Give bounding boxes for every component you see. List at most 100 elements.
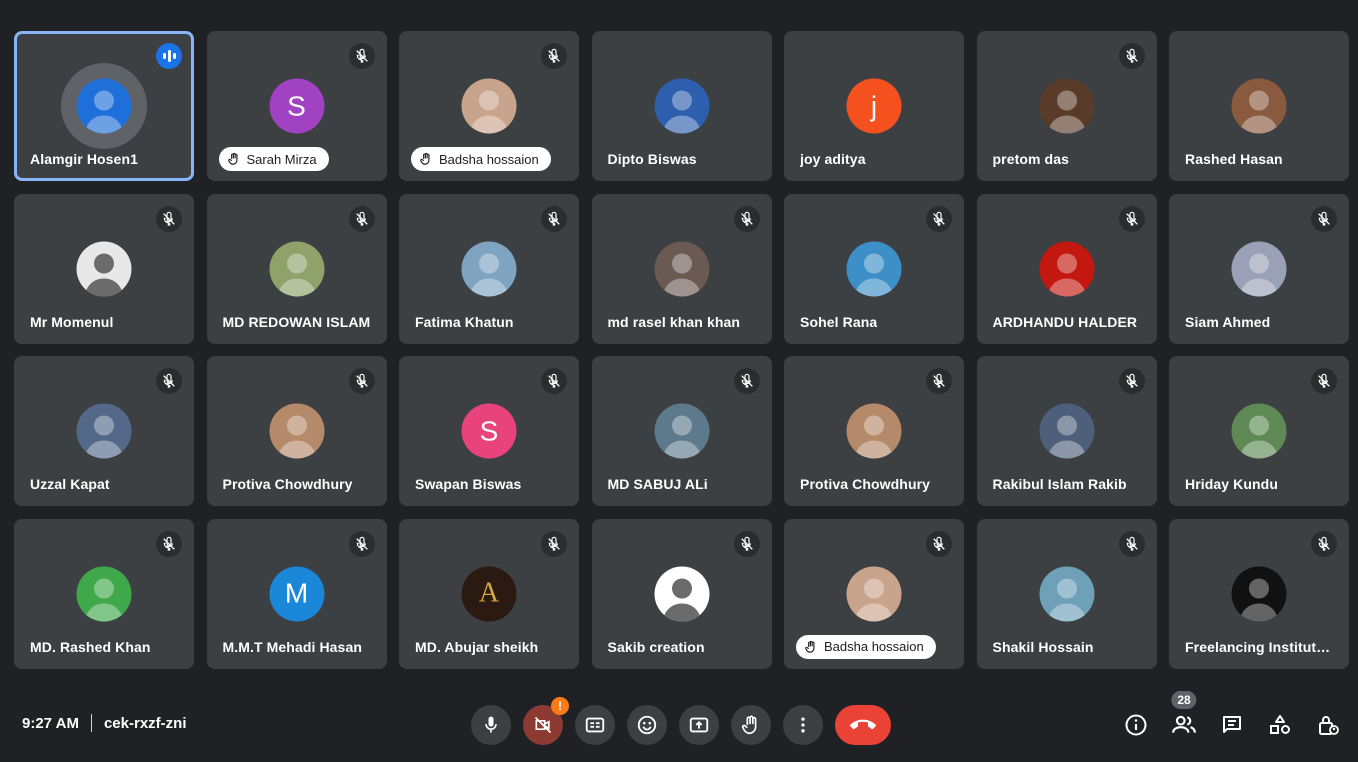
captions-button[interactable] xyxy=(575,705,615,745)
participant-tile[interactable]: M M.M.T Mehadi Hasan xyxy=(206,518,387,669)
participant-tile[interactable]: Siam Ahmed xyxy=(1169,193,1349,344)
raised-hand-icon xyxy=(419,152,433,166)
avatar xyxy=(76,566,132,621)
participant-name: Protiva Chowdhury xyxy=(800,476,931,492)
participant-name: Uzzal Kapat xyxy=(30,476,110,492)
call-controls: ! xyxy=(471,697,891,745)
participant-tile[interactable]: Shakil Hossain xyxy=(976,518,1157,669)
audio-level-icon xyxy=(156,43,182,69)
chat-button[interactable] xyxy=(1216,709,1248,741)
avatar: A xyxy=(461,566,517,621)
participant-name: Swapan Biswas xyxy=(415,476,522,492)
avatar xyxy=(1039,403,1094,459)
people-count-badge: 28 xyxy=(1171,691,1197,709)
participant-name: MD REDOWAN ISLAM xyxy=(222,313,371,330)
activities-button[interactable] xyxy=(1264,709,1296,741)
participant-name: Rashed Hasan xyxy=(1185,151,1283,167)
avatar xyxy=(846,566,902,621)
participant-name: Mr Momenul xyxy=(30,313,114,330)
participant-tile[interactable]: Rakibul Islam Rakib xyxy=(976,356,1157,506)
participant-tile[interactable]: Uzzal Kapat xyxy=(14,356,194,506)
participant-name: Shakil Hossain xyxy=(992,638,1094,655)
participant-tile[interactable]: Mr Momenul xyxy=(14,193,194,344)
people-button[interactable]: 28 xyxy=(1168,691,1200,741)
participant-name: md rasel khan khan xyxy=(607,313,741,330)
chat-icon xyxy=(1223,716,1241,733)
mic-off-icon xyxy=(156,368,182,394)
participant-tile[interactable]: Badsha hossaion xyxy=(784,518,964,669)
participant-name: M.M.T Mehadi Hasan xyxy=(222,638,362,655)
avatar xyxy=(846,241,902,296)
avatar xyxy=(1231,241,1287,296)
avatar xyxy=(1039,566,1094,621)
participant-name: Protiva Chowdhury xyxy=(222,476,353,492)
participant-tile[interactable]: MD SABUJ ALi xyxy=(591,356,772,506)
participant-tile[interactable]: Badsha hossaion xyxy=(399,31,579,181)
participant-tile[interactable]: Freelancing Institute… xyxy=(1169,518,1349,669)
mic-off-icon xyxy=(348,205,375,232)
microphone-icon xyxy=(485,716,497,733)
participant-tile[interactable]: ARDHANDU HALDER xyxy=(976,193,1157,344)
participant-name: MD. Abujar sheikh xyxy=(415,638,539,655)
microphone-button[interactable] xyxy=(471,705,511,745)
participant-tile[interactable]: Fatima Khatun xyxy=(399,193,579,344)
people-icon xyxy=(1172,715,1196,733)
mic-off-icon xyxy=(733,368,760,394)
avatar xyxy=(846,403,902,459)
more-options-button[interactable] xyxy=(783,705,823,745)
present-icon xyxy=(689,717,709,733)
participant-tile[interactable]: MD. Rashed Khan xyxy=(14,518,194,669)
raised-hand-icon xyxy=(804,640,818,654)
participant-name: Badsha hossaion xyxy=(439,151,539,167)
mic-off-icon xyxy=(1311,530,1337,557)
host-controls-button[interactable] xyxy=(1312,709,1344,741)
mic-off-icon xyxy=(1311,205,1337,232)
avatar xyxy=(269,403,324,459)
raised-hand-icon xyxy=(227,152,241,166)
participant-name: Siam Ahmed xyxy=(1185,313,1271,330)
participant-tile[interactable]: Protiva Chowdhury xyxy=(206,356,387,506)
participant-tile[interactable]: Dipto Biswas xyxy=(591,31,772,181)
participant-tile[interactable]: Rashed Hasan xyxy=(1169,31,1349,181)
mic-off-icon xyxy=(926,205,952,232)
participant-tile[interactable]: S Sarah Mirza xyxy=(206,31,387,181)
mic-off-icon xyxy=(926,530,952,557)
leave-call-button[interactable] xyxy=(835,705,891,745)
mic-off-icon xyxy=(1118,205,1145,232)
meeting-details: 9:27 AM cek-rxzf-zni xyxy=(22,714,187,732)
meeting-code: cek-rxzf-zni xyxy=(103,714,187,732)
avatar xyxy=(461,241,517,296)
raised-hand-name-pill: Sarah Mirza xyxy=(218,147,329,171)
mic-off-icon xyxy=(733,205,760,232)
participant-tile[interactable]: Sakib creation xyxy=(591,518,772,669)
camera-off-icon xyxy=(534,716,552,734)
participant-tile[interactable]: Protiva Chowdhury xyxy=(784,356,964,506)
divider xyxy=(90,714,92,732)
present-screen-button[interactable] xyxy=(679,705,719,745)
participant-name: Hriday Kundu xyxy=(1185,476,1278,492)
raise-hand-button[interactable] xyxy=(731,705,771,745)
participant-tile[interactable]: pretom das xyxy=(976,31,1157,181)
avatar xyxy=(76,403,132,459)
mic-off-icon xyxy=(1118,530,1145,557)
participant-tile[interactable]: Alamgir Hosen1 xyxy=(14,31,194,181)
meeting-info-button[interactable] xyxy=(1120,709,1152,741)
camera-button[interactable]: ! xyxy=(523,697,569,745)
participant-tile[interactable]: Hriday Kundu xyxy=(1169,356,1349,506)
participant-name: MD. Rashed Khan xyxy=(30,638,151,655)
avatar xyxy=(461,78,517,134)
mic-off-icon xyxy=(348,43,375,69)
participant-tile[interactable]: md rasel khan khan xyxy=(591,193,772,344)
mic-off-icon xyxy=(541,205,567,232)
participant-name: Badsha hossaion xyxy=(824,639,924,654)
participant-tile[interactable]: A MD. Abujar sheikh xyxy=(399,518,579,669)
participant-tile[interactable]: j joy aditya xyxy=(784,31,964,181)
participant-tile[interactable]: MD REDOWAN ISLAM xyxy=(206,193,387,344)
participant-tile[interactable]: S Swapan Biswas xyxy=(399,356,579,506)
participant-tile[interactable]: Sohel Rana xyxy=(784,193,964,344)
participant-name: Sarah Mirza xyxy=(246,151,317,167)
avatar: M xyxy=(269,566,324,621)
reactions-button[interactable] xyxy=(627,705,667,745)
participant-name: Alamgir Hosen1 xyxy=(30,151,138,167)
participant-name: joy aditya xyxy=(800,151,866,167)
